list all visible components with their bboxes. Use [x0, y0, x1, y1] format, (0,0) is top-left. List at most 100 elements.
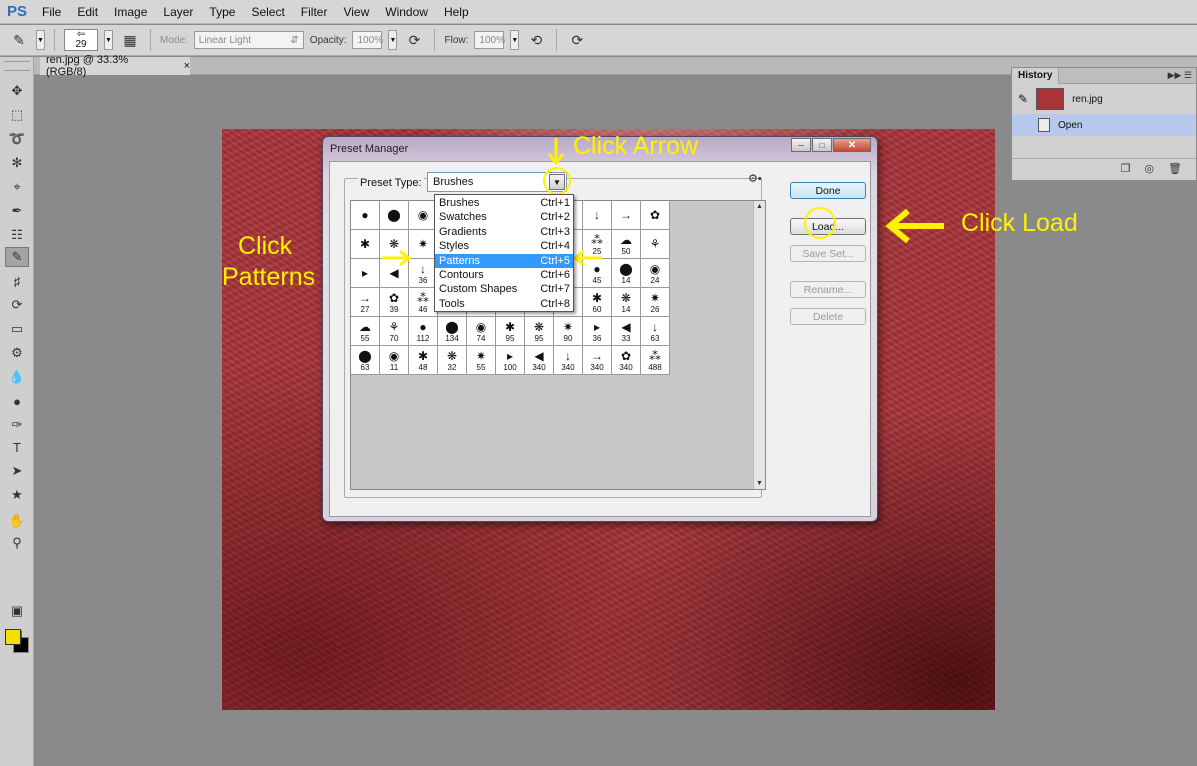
menu-file[interactable]: File — [34, 0, 69, 24]
brush-tool-icon[interactable]: ✎ — [8, 29, 30, 51]
save-set-button[interactable]: Save Set... — [790, 245, 866, 262]
pen-tool-icon[interactable]: ✑ — [5, 415, 29, 435]
brush-preset-cell[interactable]: ◀ 33 — [612, 317, 641, 346]
toolbox-grip[interactable] — [4, 61, 30, 71]
brush-preset-cell[interactable]: ✷ 55 — [467, 346, 496, 375]
brush-preset-cell[interactable]: ⁂ 488 — [641, 346, 670, 375]
brush-preset-cell[interactable]: ✱ 60 — [583, 288, 612, 317]
move-tool-icon[interactable]: ✥ — [5, 81, 29, 101]
brush-preset-cell[interactable]: ❋ 32 — [438, 346, 467, 375]
brush-preset-cell[interactable]: ☁ 50 — [612, 230, 641, 259]
close-tab-icon[interactable]: × — [184, 60, 190, 72]
brush-preset-cell[interactable]: ⚘ 70 — [380, 317, 409, 346]
blur-tool-icon[interactable]: 💧 — [5, 367, 29, 387]
flow-input[interactable]: 100% — [474, 31, 505, 49]
brush-preset-cell[interactable]: ▸ 36 — [583, 317, 612, 346]
scrollbar[interactable]: ▲ ▼ — [753, 201, 765, 489]
brush-preset-cell[interactable]: ◉ 24 — [641, 259, 670, 288]
clone-stamp-tool-icon[interactable]: ♯ — [5, 271, 29, 291]
eyedropper-tool-icon[interactable]: ✒ — [5, 201, 29, 221]
brush-panel-toggle-icon[interactable]: ▦ — [119, 29, 141, 51]
scroll-down-icon[interactable]: ▼ — [754, 478, 765, 489]
panel-menu-icon[interactable]: ▶▶ ☰ — [1168, 70, 1196, 81]
brush-preset-cell[interactable]: ✷ 26 — [641, 288, 670, 317]
dropdown-item-contours[interactable]: Contours Ctrl+6 — [435, 268, 573, 282]
brush-preset-cell[interactable]: ⬤ 134 — [438, 317, 467, 346]
brush-preset-cell[interactable]: ◀ 340 — [525, 346, 554, 375]
brush-preset-cell[interactable]: ✱ 95 — [496, 317, 525, 346]
camera-icon[interactable]: ◎ — [1144, 162, 1154, 175]
dropdown-item-styles[interactable]: Styles Ctrl+4 — [435, 239, 573, 253]
gear-icon[interactable]: ⚙• — [748, 172, 762, 185]
brush-preset-cell[interactable]: → — [612, 201, 641, 230]
brush-preset-cell[interactable]: ✿ — [641, 201, 670, 230]
brush-preset-cell[interactable]: ◉ 74 — [467, 317, 496, 346]
history-brush-source-icon[interactable]: ✎ — [1018, 92, 1028, 106]
history-state[interactable]: Open — [1012, 114, 1196, 136]
dropdown-item-custom-shapes[interactable]: Custom Shapes Ctrl+7 — [435, 282, 573, 296]
quick-mask-icon[interactable]: ▣ — [5, 601, 29, 621]
brush-preset-cell[interactable]: ↓ 340 — [554, 346, 583, 375]
eraser-tool-icon[interactable]: ▭ — [5, 319, 29, 339]
brush-preset-cell[interactable]: ⬤ 63 — [351, 346, 380, 375]
close-icon[interactable]: ✕ — [833, 138, 871, 152]
dodge-tool-icon[interactable]: ● — [5, 391, 29, 411]
zoom-tool-icon[interactable]: ⚲ — [5, 533, 29, 553]
brush-preset-cell[interactable]: ↓ — [583, 201, 612, 230]
marquee-tool-icon[interactable]: ⬚ — [5, 105, 29, 125]
brush-preset-cell[interactable]: ✱ — [351, 230, 380, 259]
menu-window[interactable]: Window — [377, 0, 436, 24]
pressure-opacity-icon[interactable]: ⟳ — [403, 29, 425, 51]
brush-preset-cell[interactable]: ☁ 55 — [351, 317, 380, 346]
dropdown-item-swatches[interactable]: Swatches Ctrl+2 — [435, 210, 573, 224]
rename-button[interactable]: Rename... — [790, 281, 866, 298]
paint-bucket-tool-icon[interactable]: ⚙ — [5, 343, 29, 363]
brush-preset-cell[interactable]: ▸ 100 — [496, 346, 525, 375]
trash-icon[interactable]: 🗑 — [1168, 162, 1182, 175]
pressure-size-icon[interactable]: ⟳ — [566, 29, 588, 51]
hand-tool-icon[interactable]: ✋ — [5, 511, 29, 531]
menu-filter[interactable]: Filter — [293, 0, 336, 24]
brush-preset-cell[interactable]: ⬤ — [380, 201, 409, 230]
menu-type[interactable]: Type — [201, 0, 243, 24]
menu-image[interactable]: Image — [106, 0, 155, 24]
opacity-dropdown[interactable]: ▼ — [388, 30, 398, 50]
brush-tool-icon[interactable]: ✎ — [5, 247, 29, 267]
mode-select[interactable]: Linear Light ⇵ — [193, 31, 304, 49]
brush-preset-cell[interactable]: ✱ 48 — [409, 346, 438, 375]
menu-layer[interactable]: Layer — [155, 0, 201, 24]
healing-brush-tool-icon[interactable]: ☷ — [5, 225, 29, 245]
brush-preset-cell[interactable]: ↓ 63 — [641, 317, 670, 346]
document-tab[interactable]: ren.jpg @ 33.3% (RGB/8) × — [40, 54, 190, 78]
foreground-color-swatch[interactable] — [5, 629, 21, 645]
crop-tool-icon[interactable]: ⌖ — [5, 177, 29, 197]
brush-picker-dropdown[interactable]: ▼ — [104, 30, 113, 50]
dropdown-item-gradients[interactable]: Gradients Ctrl+3 — [435, 225, 573, 239]
history-tab[interactable]: History — [1012, 67, 1060, 84]
brush-preset-cell[interactable]: ⬤ 14 — [612, 259, 641, 288]
history-brush-tool-icon[interactable]: ⟳ — [5, 295, 29, 315]
brush-preset-cell[interactable]: ● 112 — [409, 317, 438, 346]
brush-preset-cell[interactable]: ✿ 340 — [612, 346, 641, 375]
brush-preset-cell[interactable]: ✿ 39 — [380, 288, 409, 317]
brush-preset-cell[interactable]: → 27 — [351, 288, 380, 317]
done-button[interactable]: Done — [790, 182, 866, 199]
dropdown-item-tools[interactable]: Tools Ctrl+8 — [435, 297, 573, 311]
shape-tool-icon[interactable]: ★ — [5, 485, 29, 505]
dropdown-item-brushes[interactable]: Brushes Ctrl+1 — [435, 196, 573, 210]
brush-preset-cell[interactable]: ✷ 90 — [554, 317, 583, 346]
tool-preset-dropdown[interactable]: ▼ — [36, 30, 45, 50]
dropdown-item-patterns[interactable]: Patterns Ctrl+5 — [435, 253, 573, 268]
lasso-tool-icon[interactable]: ➰ — [5, 129, 29, 149]
delete-button[interactable]: Delete — [790, 308, 866, 325]
quick-select-tool-icon[interactable]: ✻ — [5, 153, 29, 173]
airbrush-icon[interactable]: ⟲ — [525, 29, 547, 51]
type-tool-icon[interactable]: T — [5, 437, 29, 457]
brush-size-preview[interactable]: ⇦ 29 — [64, 29, 98, 51]
brush-preset-cell[interactable]: ❋ 95 — [525, 317, 554, 346]
minimize-icon[interactable]: ─ — [791, 138, 811, 152]
menu-help[interactable]: Help — [436, 0, 477, 24]
maximize-icon[interactable]: □ — [812, 138, 832, 152]
brush-preset-cell[interactable]: ▸ — [351, 259, 380, 288]
brush-preset-cell[interactable]: → 340 — [583, 346, 612, 375]
